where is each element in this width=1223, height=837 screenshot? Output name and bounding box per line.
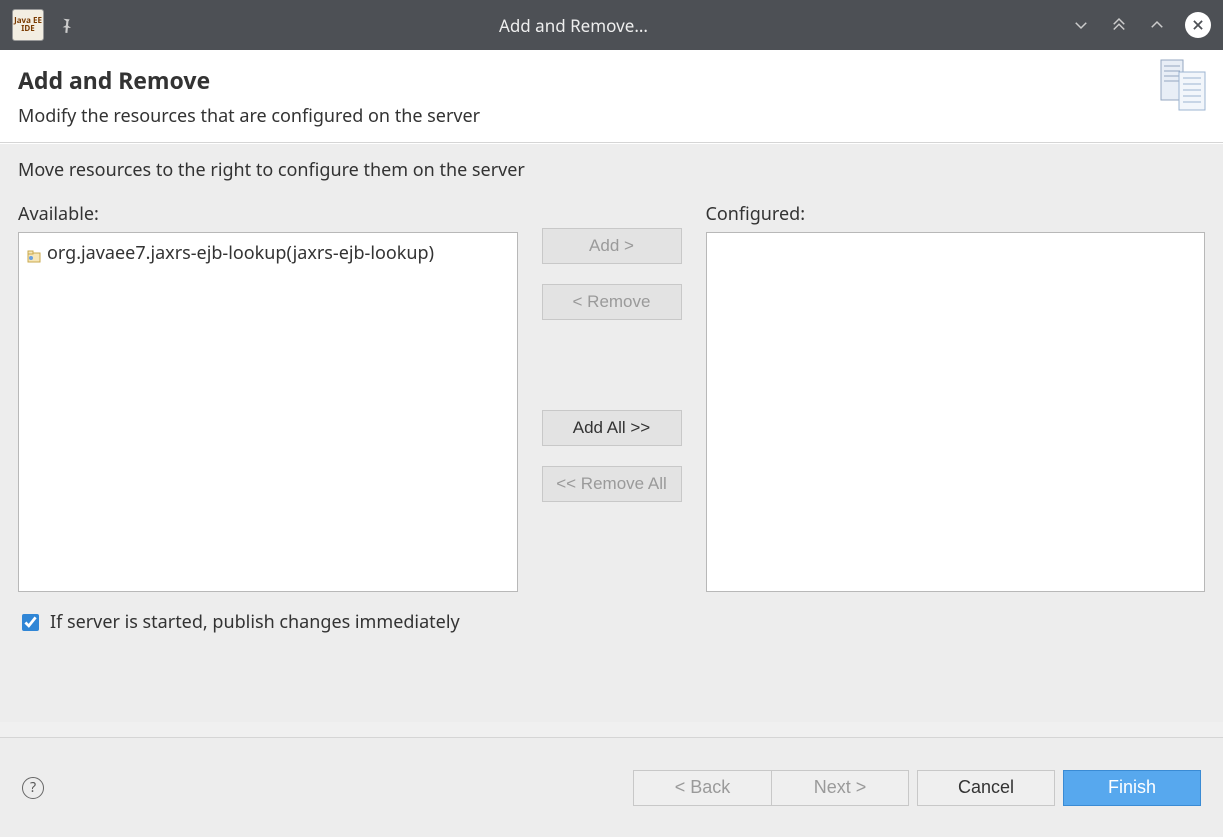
configured-list[interactable] <box>706 232 1206 592</box>
publish-checkbox-row[interactable]: If server is started, publish changes im… <box>18 610 1205 634</box>
next-button[interactable]: Next > <box>771 770 909 806</box>
add-button[interactable]: Add > <box>542 228 682 264</box>
close-icon[interactable] <box>1185 12 1211 38</box>
app-icon: Java EEIDE <box>12 9 44 41</box>
page-title: Add and Remove <box>18 64 1205 96</box>
transfer-buttons: Add > < Remove Add All >> << Remove All <box>532 202 692 592</box>
window-buttons <box>1071 12 1211 38</box>
window-title: Add and Remove... <box>76 14 1071 37</box>
configured-label: Configured: <box>706 202 1206 226</box>
list-item-label: org.javaee7.jaxrs-ejb-lookup(jaxrs-ejb-l… <box>47 241 434 265</box>
add-all-button[interactable]: Add All >> <box>542 410 682 446</box>
remove-all-button[interactable]: << Remove All <box>542 466 682 502</box>
cancel-button[interactable]: Cancel <box>917 770 1055 806</box>
wizard-footer: ? < Back Next > Cancel Finish <box>0 737 1223 837</box>
finish-button[interactable]: Finish <box>1063 770 1201 806</box>
instruction-text: Move resources to the right to configure… <box>18 158 1205 182</box>
list-item[interactable]: org.javaee7.jaxrs-ejb-lookup(jaxrs-ejb-l… <box>23 239 513 267</box>
publish-checkbox-label: If server is started, publish changes im… <box>50 610 460 634</box>
publish-checkbox[interactable] <box>22 614 39 631</box>
server-config-icon <box>1155 58 1211 114</box>
chevron-up-icon[interactable] <box>1147 15 1167 35</box>
module-icon <box>27 246 41 260</box>
wizard-content: Move resources to the right to configure… <box>0 143 1223 722</box>
back-button[interactable]: < Back <box>633 770 771 806</box>
available-label: Available: <box>18 202 518 226</box>
remove-button[interactable]: < Remove <box>542 284 682 320</box>
help-icon[interactable]: ? <box>22 777 44 799</box>
page-description: Modify the resources that are configured… <box>18 104 1205 128</box>
available-list[interactable]: org.javaee7.jaxrs-ejb-lookup(jaxrs-ejb-l… <box>18 232 518 592</box>
titlebar: Java EEIDE Add and Remove... <box>0 0 1223 50</box>
double-chevron-up-icon[interactable] <box>1109 15 1129 35</box>
wizard-header: Add and Remove Modify the resources that… <box>0 50 1223 143</box>
chevron-down-icon[interactable] <box>1071 15 1091 35</box>
